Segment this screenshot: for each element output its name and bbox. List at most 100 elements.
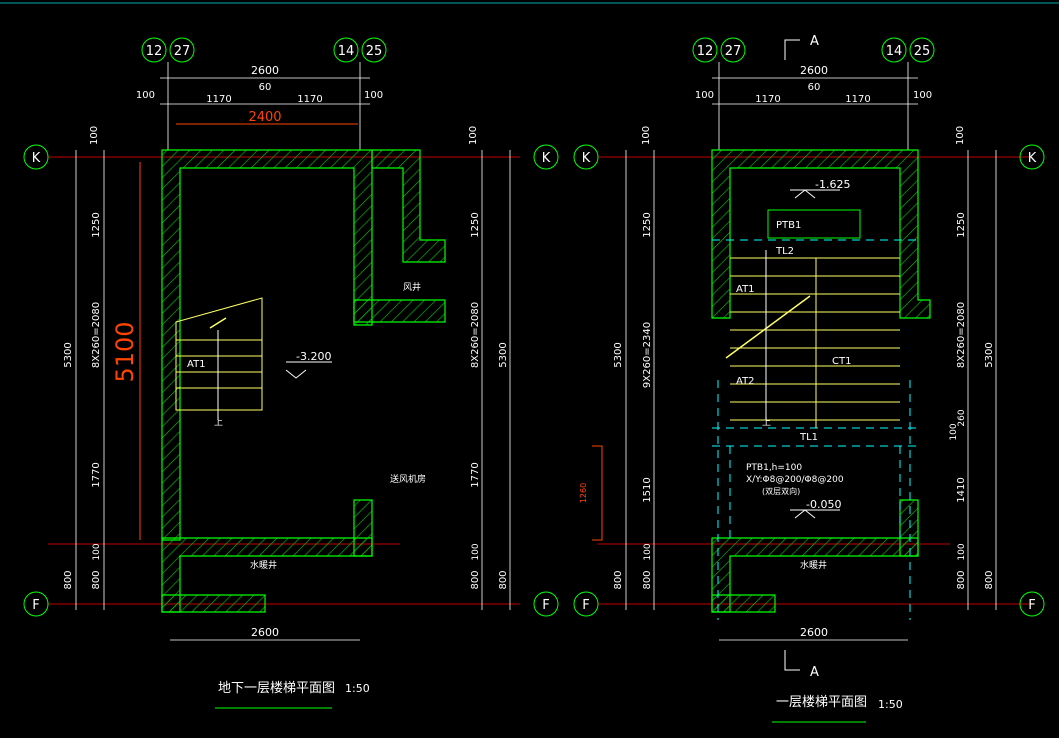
svg-text:K: K — [582, 151, 591, 166]
right-ptb-note2: X/Y:Φ8@200/Φ8@200 — [746, 475, 844, 485]
left-grid-bubble-K-right: K — [533, 144, 559, 170]
left-rside-dim-top-edge: 100 — [468, 126, 479, 145]
left-side-dim-total: 5300 — [63, 342, 74, 367]
left-big-dim: 5100 — [111, 321, 139, 382]
right-grid-bubble-F-left: F — [573, 591, 599, 617]
left-title: 地下一层楼梯平面图 — [218, 681, 335, 696]
left-dim-right-edge: 100 — [364, 90, 383, 101]
right-grid-bubble-14: 14 — [881, 37, 907, 63]
right-dim-overall: 2600 — [800, 64, 828, 77]
left-grid-bubble-27: 27 — [169, 37, 195, 63]
right-ptb-note1: PTB1,h=100 — [746, 463, 802, 473]
right-rside-top-edge: 100 — [955, 126, 966, 145]
right-label-up: 上 — [762, 417, 771, 428]
left-rside-dim-flight: 8X260=2080 — [470, 302, 481, 368]
svg-text:K: K — [32, 151, 41, 166]
svg-text:14: 14 — [338, 44, 355, 59]
left-grid-bubble-F-right: F — [533, 591, 559, 617]
svg-text:14: 14 — [886, 44, 903, 59]
left-grid-bubble-F-left: F — [23, 591, 49, 617]
left-plan: 12 27 14 25 2600 100 1170 60 1170 100 24… — [23, 37, 559, 709]
left-dim-overall: 2600 — [251, 64, 279, 77]
right-label-elevation-bottom: -0.050 — [806, 498, 841, 511]
svg-text:12: 12 — [146, 44, 163, 59]
right-dim-left-edge: 100 — [695, 90, 714, 101]
left-dim-right-span: 1170 — [297, 94, 322, 105]
svg-text:27: 27 — [174, 44, 191, 59]
right-rside-lower: 1410 — [956, 477, 967, 502]
right-grid-bubble-25: 25 — [909, 37, 935, 63]
right-label-water-well: 水暖井 — [800, 559, 827, 571]
right-label-ct1: CT1 — [832, 356, 851, 367]
left-rside-dim-upper: 1250 — [470, 212, 481, 237]
left-rside-dim-landing: 100 — [471, 543, 481, 560]
right-dim-left-span: 1170 — [755, 94, 780, 105]
right-lside-flight: 9X260=2340 — [642, 322, 653, 388]
left-label-flight: AT1 — [187, 359, 206, 370]
right-dim-right-edge: 100 — [913, 90, 932, 101]
left-grid-bubble-25: 25 — [361, 37, 387, 63]
right-lside-bottom: 800 — [642, 570, 653, 589]
svg-text:K: K — [1028, 151, 1037, 166]
right-lside-top-edge: 100 — [641, 126, 652, 145]
left-dim-left-span: 1170 — [206, 94, 231, 105]
left-label-vent-shaft: 风井 — [403, 281, 421, 293]
right-scale: 1:50 — [878, 698, 903, 711]
right-rside-total: 5300 — [984, 342, 995, 367]
left-dim-bottom: 2600 — [251, 626, 279, 639]
left-side-dim-middle: 1770 — [91, 462, 102, 487]
right-lside-total: 5300 — [613, 342, 624, 367]
right-red-dim: 1260 — [579, 483, 588, 503]
drawing-canvas: 12 27 14 25 2600 100 1170 60 1170 100 24… — [0, 2, 1059, 723]
right-label-ptb: PTB1 — [776, 220, 801, 231]
left-label-room: 送风机房 — [390, 473, 426, 485]
right-label-tl2: TL2 — [775, 246, 794, 257]
right-rside-upper: 1250 — [956, 212, 967, 237]
svg-text:12: 12 — [697, 44, 714, 59]
left-side-dim-upper: 1250 — [91, 212, 102, 237]
svg-text:25: 25 — [366, 44, 383, 59]
left-label-up: 上 — [214, 417, 223, 428]
left-rside-dim-bottom: 800 — [470, 570, 481, 589]
right-grid-bubble-27: 27 — [720, 37, 746, 63]
left-label-elevation: -3.200 — [296, 350, 331, 363]
left-rside-dim-total: 5300 — [498, 342, 509, 367]
right-lside-landing: 100 — [643, 543, 653, 560]
right-rside-small2: 100 — [949, 423, 959, 440]
right-plan: 12 27 14 25 A A 2600 100 1170 60 1170 10… — [573, 34, 1045, 723]
left-walls — [161, 149, 446, 613]
left-label-water-well: 水暖井 — [250, 559, 277, 571]
right-rside-bottom: 800 — [956, 570, 967, 589]
left-dim-center: 60 — [259, 82, 272, 93]
svg-text:K: K — [542, 151, 551, 166]
right-label-elevation-top: -1.625 — [815, 178, 850, 191]
right-lside-upper: 1250 — [642, 212, 653, 237]
left-grid-bubble-K-left: K — [23, 144, 49, 170]
right-dim-right-span: 1170 — [845, 94, 870, 105]
right-grid-bubble-12: 12 — [692, 37, 718, 63]
right-rside-flight: 8X260=2080 — [956, 302, 967, 368]
left-side-dim-bottom: 800 — [91, 570, 102, 589]
left-rside-dim-bottom-outer: 800 — [498, 570, 509, 589]
right-section-mark-top: A — [810, 34, 819, 49]
right-label-at1: AT1 — [736, 284, 755, 295]
left-rside-dim-middle: 1770 — [470, 462, 481, 487]
svg-text:27: 27 — [725, 44, 742, 59]
left-scale: 1:50 — [345, 682, 370, 695]
left-side-dim-bottom-outer: 800 — [63, 570, 74, 589]
svg-text:F: F — [1028, 598, 1035, 613]
left-grid-bubble-12: 12 — [141, 37, 167, 63]
right-section-mark-bottom: A — [810, 665, 819, 680]
left-dim-inner: 2400 — [248, 110, 281, 125]
right-lside-bottom-outer: 800 — [613, 570, 624, 589]
right-label-tl1: TL1 — [799, 432, 818, 443]
left-side-dim-flight: 8X260=2080 — [91, 302, 102, 368]
right-rside-landing: 100 — [957, 543, 967, 560]
right-grid-bubble-K-left: K — [573, 144, 599, 170]
left-grid-bubble-14: 14 — [333, 37, 359, 63]
right-rside-bottom-outer: 800 — [984, 570, 995, 589]
right-ptb-note3: (双层双向) — [762, 486, 800, 496]
left-side-dim-landing: 100 — [92, 543, 102, 560]
right-label-at2: AT2 — [736, 376, 755, 387]
svg-text:F: F — [32, 598, 39, 613]
